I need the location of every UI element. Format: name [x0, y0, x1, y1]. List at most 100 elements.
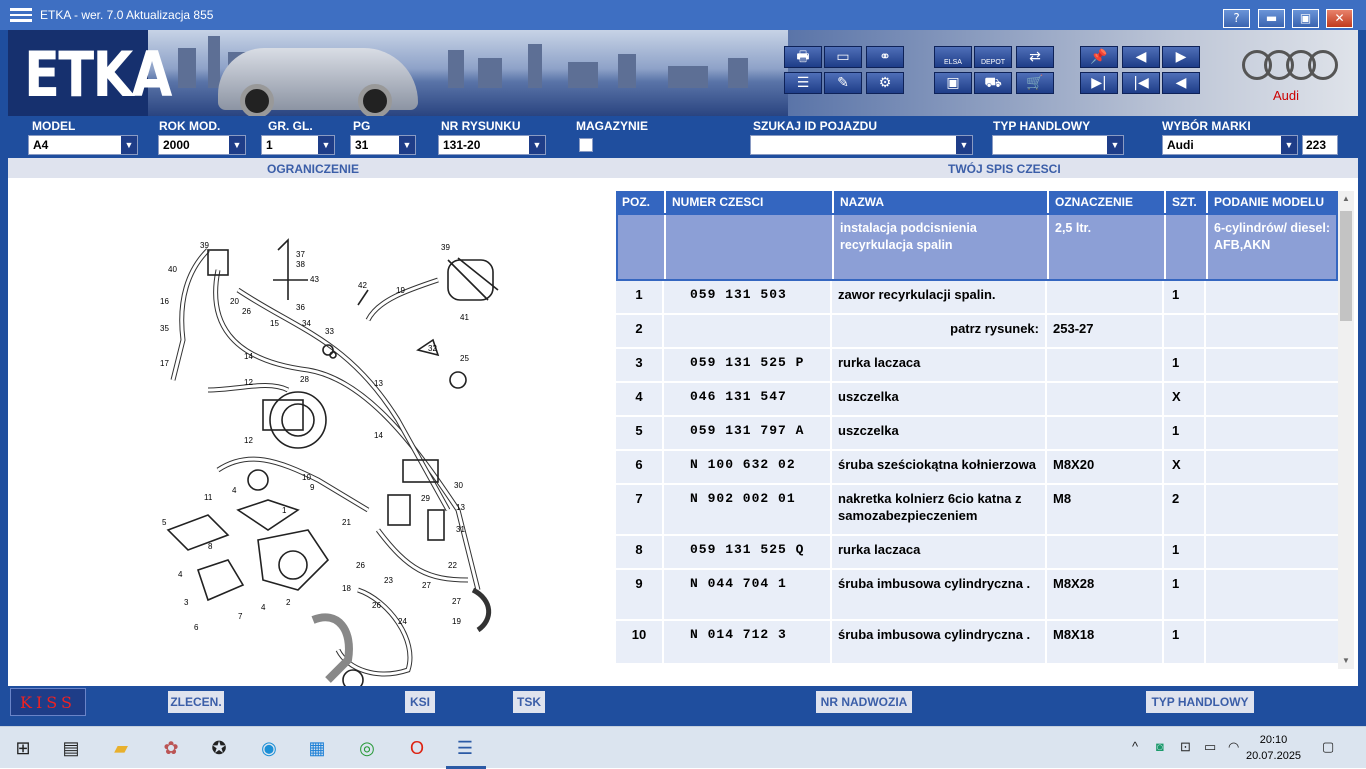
paint-icon[interactable]: ✿	[158, 735, 184, 761]
chevron-down-icon[interactable]: ▼	[529, 136, 545, 154]
cart-icon[interactable]: 🛒	[1016, 72, 1054, 94]
model-select[interactable]: A4 ▼	[28, 135, 138, 155]
security-icon[interactable]: ◙	[1156, 739, 1164, 754]
table-row[interactable]: 7N 902 002 01 nakretka kolnierz 6cio katn…	[616, 485, 1338, 536]
network-icon[interactable]: ⚙	[866, 72, 904, 94]
edge-icon[interactable]: ◉	[256, 735, 282, 761]
kiss-button[interactable]: KISS	[10, 688, 86, 716]
banner: ETKA 🖶 ▭ ⚭ ☰ ✎ ⚙ ELSA DEPOT ⇄ ▣ ⛟ 🛒 📌 ◀ …	[8, 30, 1358, 116]
task-view-icon[interactable]: ▤	[58, 735, 84, 761]
gr-gl-select[interactable]: 1 ▼	[261, 135, 335, 155]
tsk-button[interactable]: TSK	[513, 691, 545, 713]
help-button[interactable]: ?	[1223, 9, 1250, 28]
header-nazwa[interactable]: NAZWA	[834, 191, 1049, 213]
table-row[interactable]: 6N 100 632 02 śruba sześciokątna kołnierz…	[616, 451, 1338, 485]
notification-icon[interactable]: ▢	[1322, 739, 1334, 755]
end-icon[interactable]: ▶|	[1080, 72, 1118, 94]
opera-icon[interactable]: O	[404, 735, 430, 761]
binoculars-icon[interactable]: ⚭	[866, 46, 904, 68]
chevron-down-icon[interactable]: ▼	[1107, 136, 1123, 154]
etka-window: ETKA - wer. 7.0 Aktualizacja 855 ? ▬ ▣ ✕	[0, 0, 1366, 726]
bee-app-icon[interactable]: ✪	[206, 735, 232, 761]
table-row[interactable]: 5 059 131 797 Auszczelka 1	[616, 417, 1338, 451]
first-icon[interactable]: |◀	[1122, 72, 1160, 94]
header-oznaczenie[interactable]: OZNACZENIE	[1049, 191, 1166, 213]
cell-podanie	[1206, 451, 1338, 483]
prev-page-icon[interactable]: ◀	[1122, 46, 1160, 68]
gr-gl-value: 1	[266, 138, 273, 152]
cell-poz: 3	[616, 349, 664, 381]
chevron-down-icon[interactable]: ▼	[229, 136, 245, 154]
maximize-button[interactable]: ▣	[1292, 9, 1319, 28]
etka-taskbar-icon[interactable]: ☰	[452, 735, 478, 761]
header-podanie[interactable]: PODANIE MODELU	[1208, 191, 1338, 213]
store-icon[interactable]: ▦	[304, 735, 330, 761]
wybor-marki-select[interactable]: Audi ▼	[1162, 135, 1298, 155]
elsa-icon[interactable]: ELSA	[934, 46, 972, 68]
table-row[interactable]: 8 059 131 525 Qrurka laczaca 1	[616, 536, 1338, 570]
next-page-icon[interactable]: ▶	[1162, 46, 1200, 68]
battery-icon[interactable]: ▭	[1204, 739, 1216, 755]
typ-handlowy-select[interactable]: ▼	[992, 135, 1124, 155]
ksi-button[interactable]: KSI	[405, 691, 435, 713]
chevron-up-icon[interactable]: ^	[1132, 739, 1138, 754]
ograniczenie-label[interactable]: OGRANICZENIE	[267, 162, 359, 176]
list-icon[interactable]: ☰	[784, 72, 822, 94]
file-explorer-icon[interactable]: ▰	[108, 735, 134, 761]
table-row[interactable]: 3 059 131 525 Prurka laczaca 1	[616, 349, 1338, 383]
pin-icon[interactable]: 📌	[1080, 46, 1118, 68]
nr-nadwozia-button[interactable]: NR NADWOZIA	[816, 691, 912, 713]
spis-czesci-label[interactable]: TWÓJ SPIS CZESCI	[948, 162, 1061, 176]
printer-icon[interactable]: 🖶	[784, 46, 822, 68]
monitor-icon[interactable]: ▣	[934, 72, 972, 94]
chrome-icon[interactable]: ◎	[354, 735, 380, 761]
cell-podanie	[1206, 570, 1338, 619]
table-row[interactable]: 1 059 131 503 zawor recyrkulacji spalin. 1	[616, 281, 1338, 315]
depot-icon[interactable]: DEPOT	[974, 46, 1012, 68]
clock[interactable]: 20:10 20.07.2025	[1246, 732, 1301, 764]
svg-text:4: 4	[261, 603, 266, 612]
scroll-thumb[interactable]	[1340, 211, 1352, 321]
table-scrollbar[interactable]: ▲ ▼	[1338, 191, 1354, 669]
zlecen-button[interactable]: ZLECEN.	[168, 691, 224, 713]
car-icon[interactable]: ⛟	[974, 72, 1012, 94]
chevron-down-icon[interactable]: ▼	[956, 136, 972, 154]
header-poz[interactable]: POZ.	[616, 191, 666, 213]
magazynie-checkbox[interactable]	[579, 138, 593, 152]
header-numer[interactable]: NUMER CZESCI	[666, 191, 834, 213]
cell-szt	[1164, 315, 1206, 347]
parts-diagram[interactable]: 3940163517 2620151412 37384336 34332812 …	[148, 210, 508, 700]
app-menu-icon[interactable]	[10, 8, 32, 22]
pencil-icon[interactable]: ✎	[824, 72, 862, 94]
chevron-down-icon[interactable]: ▼	[1281, 136, 1297, 154]
pg-select[interactable]: 31 ▼	[350, 135, 416, 155]
header-szt[interactable]: SZT.	[1166, 191, 1208, 213]
chevron-down-icon[interactable]: ▼	[121, 136, 137, 154]
szukaj-select[interactable]: ▼	[750, 135, 973, 155]
table-row[interactable]: 10 N 014 712 3 śruba imbusowa cylindryczna…	[616, 621, 1338, 665]
title-bar[interactable]: ETKA - wer. 7.0 Aktualizacja 855 ? ▬ ▣ ✕	[0, 0, 1366, 30]
cell-nazwa: rurka laczaca	[832, 536, 1047, 568]
window-icon[interactable]: ▭	[824, 46, 862, 68]
scroll-down-icon[interactable]: ▼	[1338, 653, 1354, 669]
close-button[interactable]: ✕	[1326, 9, 1353, 28]
typ-handlowy-button[interactable]: TYP HANDLOWY	[1146, 691, 1254, 713]
table-row[interactable]: 4 046 131 547 uszczelka X	[616, 383, 1338, 417]
table-row-header[interactable]: instalacja podcisnienia recyrkulacja spa…	[616, 213, 1338, 281]
windows-start-icon[interactable]: ⊞	[10, 735, 36, 761]
scroll-up-icon[interactable]: ▲	[1338, 191, 1354, 207]
table-row[interactable]: 2 patrz rysunek: 253-27	[616, 315, 1338, 349]
chevron-down-icon[interactable]: ▼	[399, 136, 415, 154]
device-icon[interactable]: ⊡	[1180, 739, 1191, 755]
rok-mod-select[interactable]: 2000 ▼	[158, 135, 246, 155]
svg-text:18: 18	[342, 584, 351, 593]
wifi-icon[interactable]: ◠	[1228, 739, 1239, 755]
cell-poz: 5	[616, 417, 664, 449]
chevron-down-icon[interactable]: ▼	[318, 136, 334, 154]
cell-podanie	[1206, 281, 1338, 313]
table-row[interactable]: 9N 044 704 1 śruba imbusowa cylindryczna …	[616, 570, 1338, 621]
cart-transfer-icon[interactable]: ⇄	[1016, 46, 1054, 68]
minimize-button[interactable]: ▬	[1258, 9, 1285, 28]
prev-icon[interactable]: ◀	[1162, 72, 1200, 94]
nr-rysunku-select[interactable]: 131-20 ▼	[438, 135, 546, 155]
